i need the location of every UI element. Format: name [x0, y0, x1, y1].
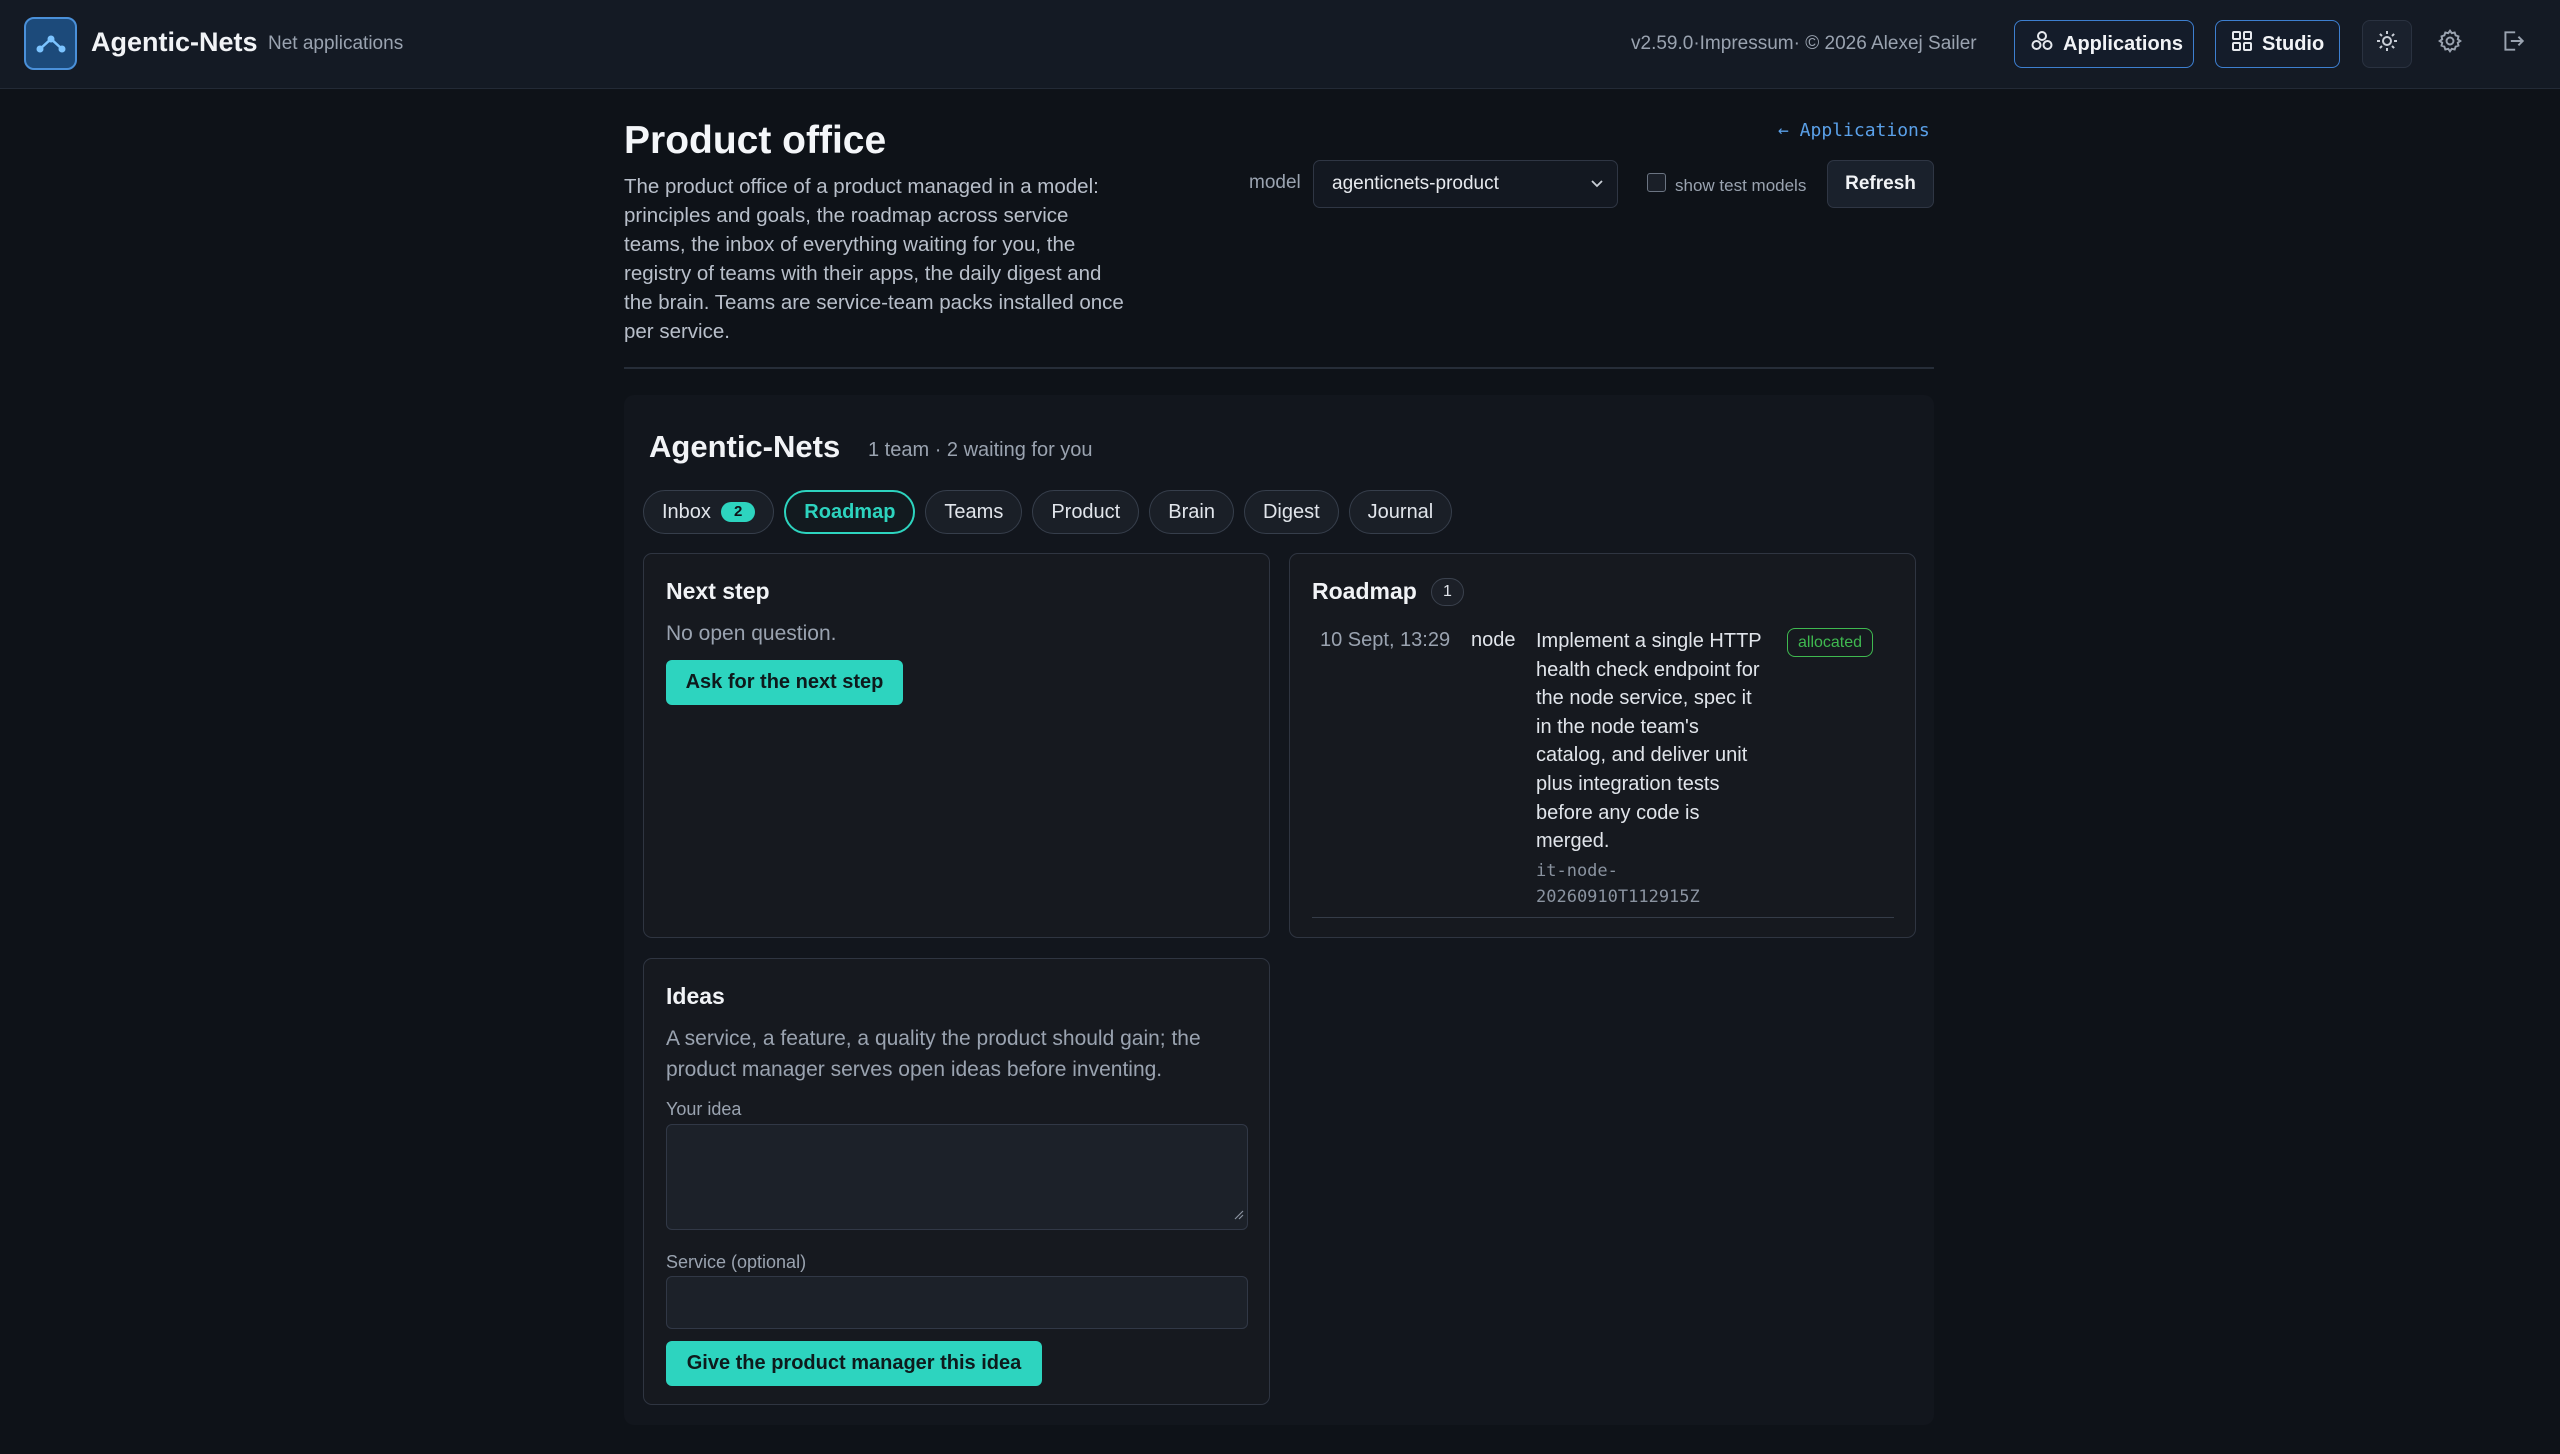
tab-inbox-label: Inbox [662, 500, 711, 523]
theme-toggle-button[interactable] [2362, 20, 2412, 68]
tab-journal[interactable]: Journal [1348, 490, 1453, 534]
inbox-count-badge: 2 [720, 502, 756, 522]
sun-icon [2375, 29, 2399, 59]
show-test-models-label[interactable]: show test models [1675, 176, 1806, 196]
team-meta: 1 team · 2 waiting for you [868, 439, 1093, 461]
applications-icon [2031, 30, 2053, 58]
gear-icon [2437, 28, 2463, 60]
settings-button[interactable] [2425, 20, 2475, 68]
next-step-title: Next step [666, 578, 770, 604]
brand-name[interactable]: Agentic-Nets [91, 27, 258, 58]
tab-digest[interactable]: Digest [1243, 490, 1339, 534]
roadmap-item-divider [1312, 917, 1894, 918]
studio-button[interactable]: Studio [2215, 20, 2340, 68]
version-info: v2.59.0·Impressum· © 2026 Alexej Sailer [1631, 33, 1977, 54]
idea-field-label: Your idea [666, 1099, 742, 1119]
idea-textarea[interactable] [666, 1124, 1248, 1230]
resize-grip-icon[interactable] [1234, 1203, 1244, 1226]
logout-icon [2500, 28, 2526, 60]
roadmap-count-badge: 1 [1431, 578, 1464, 606]
roadmap-item-id: it-node-20260910T112915Z [1536, 861, 1700, 907]
model-select-value: agenticnets-product [1332, 173, 1499, 194]
next-step-card [643, 553, 1270, 938]
roadmap-title: Roadmap [1312, 578, 1417, 604]
show-test-models-checkbox[interactable] [1647, 173, 1666, 192]
status-badge: allocated [1787, 628, 1874, 657]
roadmap-item-text[interactable]: Implement a single HTTP health check end… [1536, 627, 1766, 856]
service-field-label: Service (optional) [666, 1252, 807, 1272]
submit-idea-button[interactable]: Give the product manager this idea [666, 1341, 1042, 1386]
ask-next-step-button[interactable]: Ask for the next step [666, 660, 903, 705]
model-label: model [1249, 172, 1301, 193]
ideas-description: A service, a feature, a quality the prod… [666, 1027, 1201, 1081]
header-divider [624, 367, 1934, 369]
page-title: Product office [624, 119, 887, 162]
studio-grid-icon [2232, 31, 2252, 57]
tab-bar: Inbox 2 Roadmap Teams Product Brain Dige… [643, 490, 1453, 534]
tab-roadmap[interactable]: Roadmap [784, 490, 916, 534]
ideas-title: Ideas [666, 983, 725, 1009]
logout-button[interactable] [2488, 20, 2538, 68]
top-bar: Agentic-Nets Net applications v2.59.0·Im… [0, 0, 2560, 89]
applications-label: Applications [2063, 32, 2184, 55]
next-step-status: No open question. [666, 622, 837, 645]
studio-label: Studio [2262, 32, 2325, 55]
model-select[interactable]: agenticnets-product [1313, 160, 1618, 208]
refresh-button[interactable]: Refresh [1827, 160, 1934, 208]
logo-icon[interactable] [24, 17, 77, 70]
back-to-applications-link[interactable]: ← Applications [1778, 120, 1930, 141]
chevron-down-icon [1589, 175, 1605, 197]
team-name: Agentic-Nets [649, 429, 841, 464]
page-description: The product office of a product managed … [624, 175, 1124, 343]
brand-subtitle: Net applications [268, 33, 404, 54]
tab-inbox[interactable]: Inbox 2 [643, 490, 775, 534]
applications-button[interactable]: Applications [2014, 20, 2194, 68]
roadmap-item-service: node [1471, 629, 1516, 651]
service-input[interactable] [666, 1276, 1248, 1329]
tab-teams[interactable]: Teams [925, 490, 1023, 534]
roadmap-item-date: 10 Sept, 13:29 [1320, 629, 1451, 651]
tab-brain[interactable]: Brain [1149, 490, 1234, 534]
tab-product[interactable]: Product [1032, 490, 1140, 534]
